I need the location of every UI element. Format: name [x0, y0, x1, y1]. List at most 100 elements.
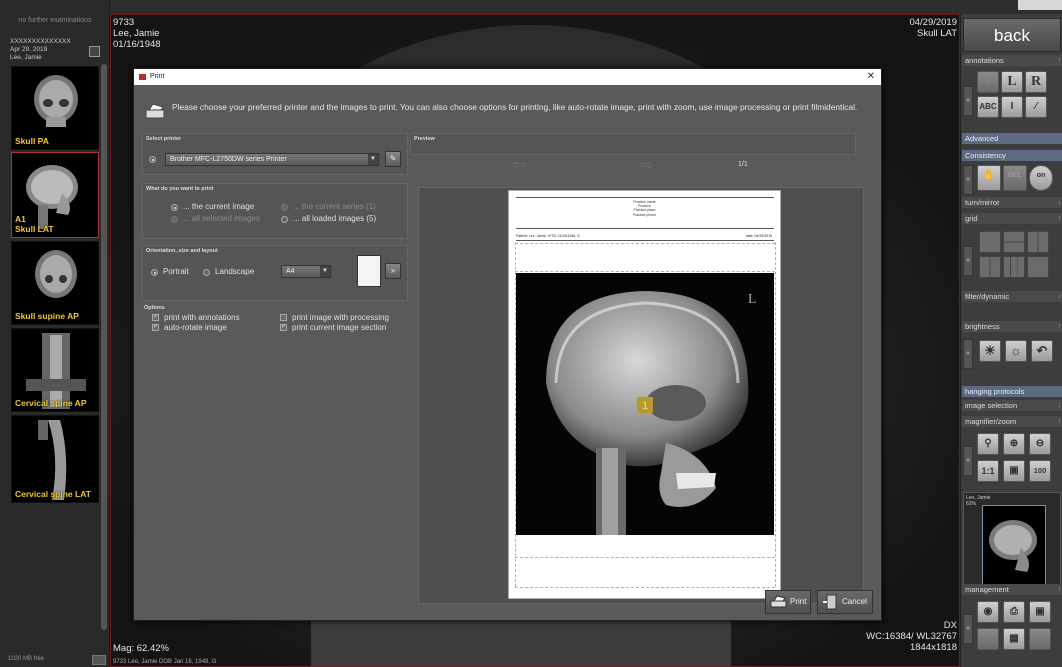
collapse-left-icon[interactable]: «: [963, 339, 973, 369]
brightness-down-icon[interactable]: ☼: [1005, 340, 1027, 362]
section-hanging-protocols[interactable]: hanging protocols: [962, 386, 1062, 397]
marker-l-button[interactable]: L: [1001, 71, 1023, 93]
section-image-selection[interactable]: image selection ↓: [962, 400, 1062, 411]
close-icon[interactable]: ✕: [867, 69, 875, 85]
thumbnail-cervical-spine-ap[interactable]: Cervical spine AP: [11, 328, 99, 412]
section-annotations[interactable]: annotations ↑: [962, 55, 1062, 66]
delete-button[interactable]: DEL: [1003, 165, 1027, 191]
section-advanced[interactable]: Advanced: [962, 133, 1062, 144]
page-top-rule: [516, 197, 774, 198]
disabled-tool-icon: [977, 628, 999, 650]
text-annotation-button[interactable]: ABC: [977, 96, 999, 118]
radio-landscape[interactable]: [203, 269, 210, 276]
thumbnail-scrollbar[interactable]: [101, 64, 107, 630]
back-button[interactable]: back: [963, 18, 1061, 52]
grid-1x1-icon[interactable]: [979, 231, 1001, 253]
margin-guide: [775, 242, 776, 587]
printer-select[interactable]: Brother MFC-L2750DW series Printer ▼: [165, 153, 379, 166]
printer-icon: [145, 103, 165, 119]
grid-3x2-icon[interactable]: [1003, 256, 1025, 278]
hand-pan-icon[interactable]: ✋: [977, 165, 1001, 191]
cancel-button[interactable]: Cancel: [817, 590, 873, 614]
section-magnifier-zoom[interactable]: magnifier/zoom ↑: [962, 416, 1062, 427]
section-brightness[interactable]: brightness ↑: [962, 321, 1062, 332]
toggle-on-button[interactable]: on: [1029, 165, 1053, 191]
page-info-rule: [516, 240, 774, 241]
radio-all-loaded[interactable]: [281, 216, 288, 223]
expand-arrow-icon: ↓: [1057, 199, 1062, 206]
preview-header: Preview: [410, 133, 856, 155]
collapse-left-icon[interactable]: «: [963, 165, 973, 195]
section-grid[interactable]: grid ↑: [962, 213, 1062, 224]
camera-icon[interactable]: ◉: [977, 601, 999, 623]
top-right-tab[interactable]: [1018, 0, 1062, 10]
skull-lateral-xray: 1 L: [546, 291, 757, 535]
label-current-series: ... the current series (1): [293, 202, 376, 211]
radio-portrait[interactable]: [151, 269, 158, 276]
collapse-left-icon[interactable]: «: [963, 614, 973, 644]
chevron-down-icon: ▼: [368, 154, 378, 165]
collapse-left-icon[interactable]: «: [963, 86, 973, 116]
section-magnifier-label: magnifier/zoom: [965, 417, 1017, 426]
layout-next-icon[interactable]: »: [385, 263, 401, 279]
fit-screen-icon[interactable]: ▣: [1003, 460, 1025, 482]
brightness-up-icon[interactable]: ☀: [979, 340, 1001, 362]
grid-2x1-icon[interactable]: [1003, 231, 1025, 253]
group-title: Select printer: [146, 136, 182, 142]
overlay-dob: 01/16/1948: [113, 39, 161, 50]
thumbnail-skull-supine-ap[interactable]: Skull supine AP: [11, 241, 99, 325]
zoom-100-button[interactable]: 100: [1029, 460, 1051, 482]
checkbox-section[interactable]: ✓: [280, 324, 287, 331]
zoom-1to1-button[interactable]: 1:1: [977, 460, 999, 482]
grid-more-icon[interactable]: [1027, 256, 1049, 278]
label-current-image: ... the current image: [183, 202, 255, 211]
checkbox-processing[interactable]: [280, 314, 287, 321]
strip-toggle-button[interactable]: [92, 655, 106, 665]
magnifier-icon[interactable]: ⚲: [977, 433, 999, 455]
collapse-left-icon[interactable]: «: [963, 446, 973, 476]
grid-2x2-icon[interactable]: [979, 256, 1001, 278]
page-patient-info: Patient: Lee, Jamie, 9733, 01/16/1948, G: [516, 234, 580, 238]
layout-preview-icon[interactable]: [357, 255, 381, 287]
group-select-printer: Select printer Brother MFC-L2750DW serie…: [142, 133, 408, 175]
checkbox-annotations[interactable]: ✓: [152, 314, 159, 321]
save-icon[interactable]: ▣: [1029, 601, 1051, 623]
thumbnail-strip: no further examinations XXXXXXXXXXXXXX A…: [0, 0, 110, 667]
collapse-left-icon[interactable]: «: [963, 246, 973, 276]
navigator-thumbnail[interactable]: Lee, Jamie 62%: [963, 492, 1061, 590]
printer-select-value: Brother MFC-L2750DW series Printer: [170, 156, 287, 163]
marker-r-button[interactable]: R: [1025, 71, 1047, 93]
preview-page: Practice name Practice Practice place Pr…: [508, 190, 781, 599]
printer-radio[interactable]: [149, 156, 156, 163]
print-button[interactable]: Print: [765, 590, 811, 614]
section-annotations-label: annotations: [965, 56, 1004, 65]
group-orientation: Orientation, size and layout Portrait La…: [142, 245, 408, 301]
lasso-icon[interactable]: ○: [977, 71, 999, 93]
study-header[interactable]: XXXXXXXXXXXXXX Apr 29, 2019 Lee, Jamie: [10, 38, 102, 64]
thumbnail-cervical-spine-lat[interactable]: Cervical spine LAT: [11, 415, 99, 503]
zoom-in-icon[interactable]: ⊕: [1003, 433, 1025, 455]
measure-line-icon[interactable]: ⁄: [1025, 96, 1047, 118]
zoom-out-icon[interactable]: ⊖: [1029, 433, 1051, 455]
section-turn-mirror[interactable]: turn/mirror ↓: [962, 197, 1062, 208]
thumbnail-skull-lat[interactable]: A1 Skull LAT: [11, 152, 99, 238]
thumbnail-skull-pa[interactable]: Skull PA: [11, 66, 99, 150]
page-header-rule: [516, 228, 774, 229]
print-icon[interactable]: ⎙: [1003, 601, 1025, 623]
section-management[interactable]: management ↑: [962, 584, 1062, 595]
printer-settings-icon[interactable]: ✎: [385, 151, 401, 167]
overlay-magnification: Mag: 62.42%: [113, 643, 169, 654]
grid-1x2-icon[interactable]: [1027, 231, 1049, 253]
section-consistency[interactable]: Consistency: [962, 150, 1062, 161]
layout-icon[interactable]: [89, 46, 100, 57]
checkbox-autorotate[interactable]: ✓: [152, 324, 159, 331]
section-filter-dynamic[interactable]: filter/dynamic ↓: [962, 291, 1062, 302]
reset-icon[interactable]: ↶: [1031, 340, 1053, 362]
preview-xray-image: 1 L: [516, 273, 774, 535]
paper-size-select[interactable]: A4 ▼: [281, 265, 331, 278]
radio-current-image[interactable]: [171, 204, 178, 211]
export-icon[interactable]: ▦: [1003, 628, 1025, 650]
label-all-loaded: ... all loaded images (5): [293, 214, 377, 223]
print-dialog: Print ✕ Please choose your preferred pri…: [133, 68, 882, 621]
text-cursor-icon[interactable]: I: [1001, 96, 1023, 118]
